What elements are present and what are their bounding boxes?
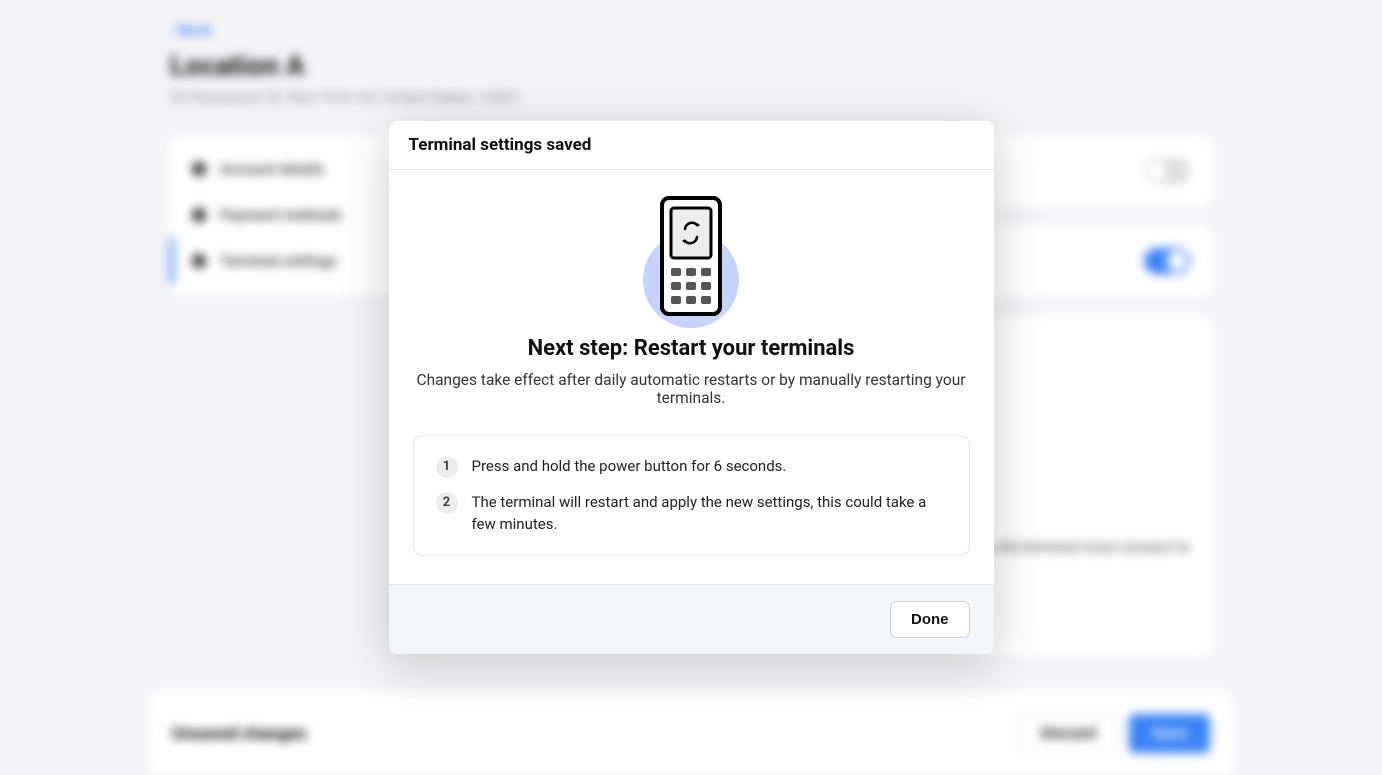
modal-title: Terminal settings saved [409,135,974,155]
modal-overlay: Terminal settings saved [0,0,1382,775]
modal-body: Next step: Restart your terminals Change… [389,170,994,585]
modal-header: Terminal settings saved [389,121,994,170]
step-1: 1 Press and hold the power button for 6 … [436,456,947,478]
modal-footer: Done [389,584,994,654]
step-number: 2 [436,492,458,514]
modal-subtitle: Next step: Restart your terminals [413,336,970,361]
step-text: Press and hold the power button for 6 se… [472,456,787,478]
step-number: 1 [436,456,458,478]
modal-description: Changes take effect after daily automati… [413,371,970,407]
terminal-saved-modal: Terminal settings saved [389,121,994,655]
steps-box: 1 Press and hold the power button for 6 … [413,435,970,557]
terminal-device-icon [660,196,722,316]
terminal-illustration [641,196,741,316]
step-text: The terminal will restart and apply the … [472,492,947,536]
step-2: 2 The terminal will restart and apply th… [436,492,947,536]
done-button[interactable]: Done [890,601,970,638]
